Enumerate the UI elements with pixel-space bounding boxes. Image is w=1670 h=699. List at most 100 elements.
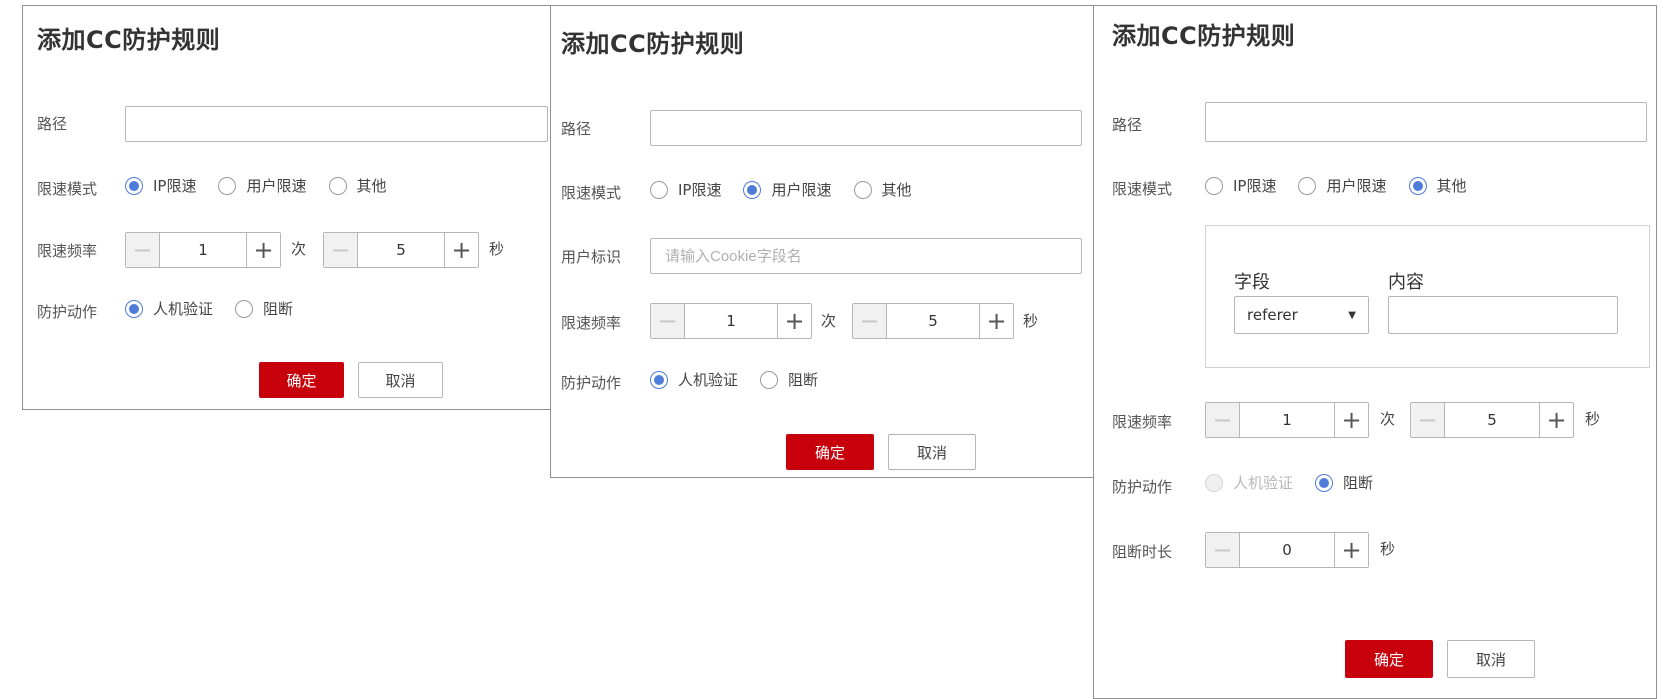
seconds-unit: 秒 [1585, 410, 1601, 428]
path-label: 路径 [1112, 116, 1143, 134]
radio-selected-icon [650, 370, 668, 389]
seconds-value[interactable]: 5 [887, 304, 979, 338]
radio-unselected-icon [218, 176, 237, 195]
count-stepper: − 1 + [1205, 402, 1369, 438]
minus-icon[interactable]: − [324, 233, 358, 267]
count-value[interactable]: 1 [685, 304, 777, 338]
plus-icon[interactable]: + [444, 233, 478, 267]
radio-selected-icon [125, 176, 143, 195]
confirm-button[interactable]: 确定 [786, 434, 874, 470]
freq-label: 限速频率 [561, 314, 622, 332]
path-input[interactable] [125, 106, 548, 142]
field-header: 字段 [1234, 272, 1270, 293]
dialog-ip-rate-limit: 添加CC防护规则 路径 限速模式 IP限速 用户限速 其他 限速频率 − 1 +… [22, 5, 552, 410]
confirm-button[interactable]: 确定 [259, 362, 344, 398]
mode-radio-group: IP限速 用户限速 其他 [125, 175, 409, 196]
seconds-unit: 秒 [1023, 312, 1039, 330]
radio-other[interactable]: 其他 [328, 175, 387, 196]
mode-radio-group: IP限速 用户限速 其他 [1205, 175, 1489, 196]
count-stepper: − 1 + [650, 303, 812, 339]
radio-ip-rate[interactable]: IP限速 [125, 175, 196, 196]
radio-unselected-icon [1298, 176, 1317, 195]
plus-icon[interactable]: + [1334, 533, 1368, 567]
count-value[interactable]: 1 [1240, 403, 1334, 437]
radio-ip-rate[interactable]: IP限速 [1205, 175, 1276, 196]
radio-label: 人机验证 [153, 300, 214, 318]
confirm-button[interactable]: 确定 [1345, 640, 1433, 678]
block-duration-value[interactable]: 0 [1240, 533, 1334, 567]
radio-user-rate[interactable]: 用户限速 [1298, 175, 1387, 196]
plus-icon[interactable]: + [777, 304, 811, 338]
radio-block[interactable]: 阻断 [1315, 472, 1373, 493]
minus-icon[interactable]: − [126, 233, 160, 267]
dialog-other-rate-limit: 添加CC防护规则 路径 限速模式 IP限速 用户限速 其他 字段 内容 refe… [1093, 5, 1657, 699]
dialog-title: 添加CC防护规则 [561, 30, 745, 58]
radio-label: IP限速 [1233, 177, 1277, 195]
radio-label: IP限速 [153, 177, 197, 195]
radio-unselected-icon [328, 176, 347, 195]
seconds-unit: 秒 [489, 240, 505, 258]
radio-ip-rate[interactable]: IP限速 [650, 179, 721, 200]
count-unit: 次 [821, 312, 837, 330]
seconds-stepper: − 5 + [1410, 402, 1574, 438]
action-radio-group: 人机验证 阻断 [650, 369, 840, 390]
minus-icon[interactable]: − [853, 304, 887, 338]
path-input[interactable] [1205, 102, 1647, 142]
radio-unselected-icon [760, 370, 779, 389]
count-value[interactable]: 1 [160, 233, 246, 267]
action-radio-group: 人机验证 阻断 [1205, 472, 1395, 493]
radio-captcha[interactable]: 人机验证 [650, 369, 738, 390]
minus-icon[interactable]: − [1206, 403, 1240, 437]
dialog-title: 添加CC防护规则 [1112, 22, 1296, 50]
seconds-value[interactable]: 5 [1445, 403, 1539, 437]
radio-block[interactable]: 阻断 [235, 298, 293, 319]
radio-other[interactable]: 其他 [1408, 175, 1467, 196]
radio-disabled-icon [1205, 473, 1223, 492]
radio-user-rate[interactable]: 用户限速 [218, 175, 307, 196]
radio-other[interactable]: 其他 [853, 179, 912, 200]
count-stepper: − 1 + [125, 232, 281, 268]
radio-label: 其他 [1436, 177, 1467, 195]
radio-label: 人机验证 [1233, 474, 1294, 492]
seconds-stepper: − 5 + [852, 303, 1014, 339]
mode-label: 限速模式 [37, 180, 98, 198]
cancel-button[interactable]: 取消 [1447, 640, 1535, 678]
path-label: 路径 [37, 115, 68, 133]
radio-label: 用户限速 [771, 181, 832, 199]
content-input[interactable] [1388, 296, 1618, 334]
dialog-user-rate-limit: 添加CC防护规则 路径 限速模式 IP限速 用户限速 其他 用户标识 限速频率 … [550, 5, 1095, 478]
seconds-value[interactable]: 5 [358, 233, 444, 267]
block-duration-stepper: − 0 + [1205, 532, 1369, 568]
radio-label: IP限速 [678, 181, 722, 199]
plus-icon[interactable]: + [1334, 403, 1368, 437]
header-field-box: 字段 内容 referer ▼ [1205, 225, 1650, 368]
chevron-down-icon: ▼ [1348, 309, 1356, 321]
user-id-label: 用户标识 [561, 248, 622, 266]
action-label: 防护动作 [561, 374, 622, 392]
radio-selected-icon [743, 180, 762, 199]
minus-icon[interactable]: − [1206, 533, 1240, 567]
freq-label: 限速频率 [37, 242, 98, 260]
mode-label: 限速模式 [561, 184, 622, 202]
plus-icon[interactable]: + [979, 304, 1013, 338]
seconds-stepper: − 5 + [323, 232, 479, 268]
radio-user-rate[interactable]: 用户限速 [743, 179, 832, 200]
cookie-field-input[interactable] [650, 238, 1082, 274]
plus-icon[interactable]: + [1539, 403, 1573, 437]
minus-icon[interactable]: − [651, 304, 685, 338]
mode-radio-group: IP限速 用户限速 其他 [650, 179, 934, 200]
radio-block[interactable]: 阻断 [760, 369, 818, 390]
radio-selected-icon [1408, 176, 1427, 195]
path-input[interactable] [650, 110, 1082, 146]
radio-label: 用户限速 [246, 177, 307, 195]
content-header: 内容 [1388, 272, 1424, 293]
count-unit: 次 [291, 240, 307, 258]
field-select[interactable]: referer ▼ [1234, 296, 1369, 334]
radio-selected-icon [125, 299, 143, 318]
plus-icon[interactable]: + [246, 233, 280, 267]
path-label: 路径 [561, 120, 592, 138]
cancel-button[interactable]: 取消 [888, 434, 976, 470]
radio-captcha[interactable]: 人机验证 [125, 298, 213, 319]
minus-icon[interactable]: − [1411, 403, 1445, 437]
cancel-button[interactable]: 取消 [358, 362, 443, 398]
